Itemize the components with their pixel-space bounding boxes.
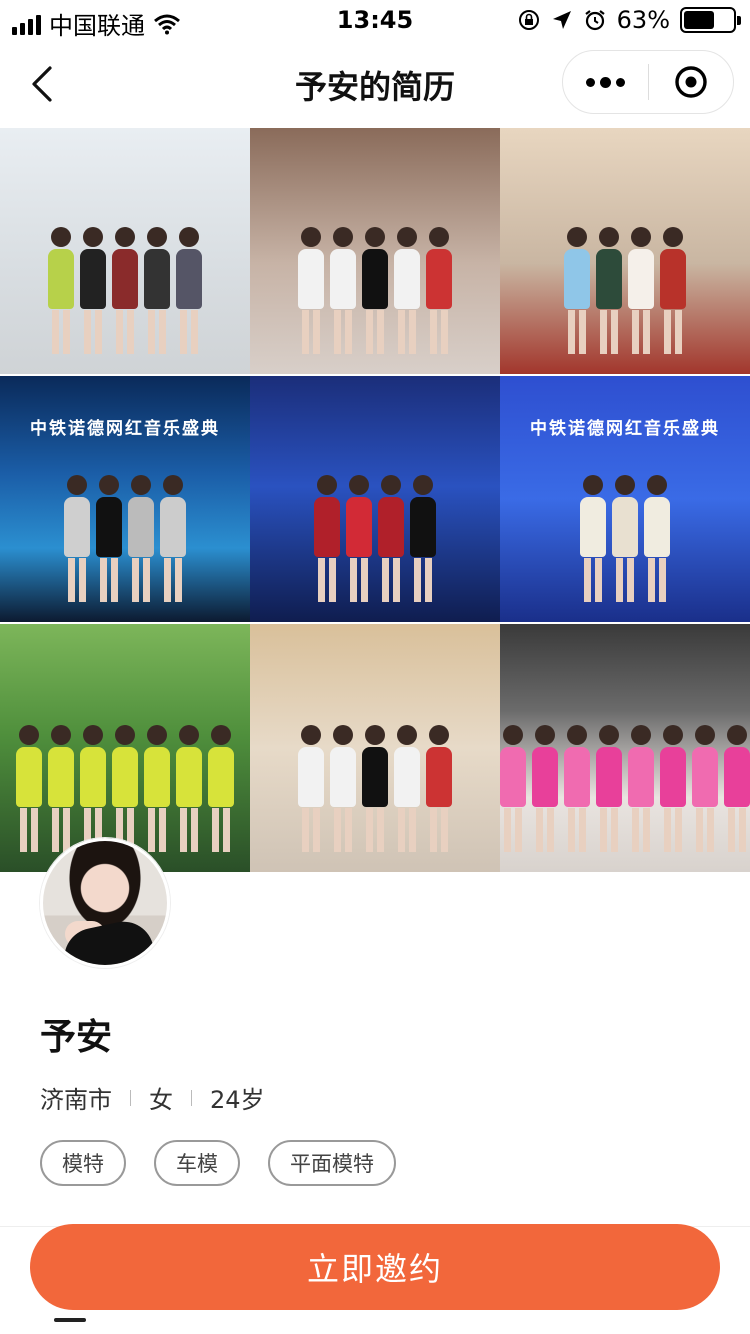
photo-caption: 中铁诺德网红音乐盛典 — [530, 419, 720, 439]
performer-figure — [644, 475, 670, 602]
gallery-photo[interactable]: 中铁诺德网红音乐盛典 — [0, 376, 250, 622]
performers — [500, 725, 750, 852]
performer-figure — [426, 725, 452, 852]
close-target-icon — [675, 66, 707, 98]
gallery-photo[interactable] — [250, 376, 500, 622]
avatar[interactable] — [40, 838, 170, 968]
location-icon — [552, 11, 571, 29]
performer-figure — [160, 475, 186, 602]
performer-figure — [628, 227, 654, 354]
gallery-photo[interactable] — [250, 624, 500, 872]
photo-gallery: 中铁诺德网红音乐盛典 中铁诺德网红音乐盛典 — [0, 128, 750, 872]
rotation-lock-icon — [518, 10, 539, 30]
performer-figure — [96, 475, 122, 602]
performer-figure — [724, 725, 750, 852]
performer-figure — [346, 475, 372, 602]
performer-figure — [564, 725, 590, 852]
status-bar: 中国联通 13:45 63% — [0, 0, 750, 40]
tag-model: 模特 — [40, 1140, 126, 1186]
tag-car-model: 车模 — [154, 1140, 240, 1186]
invite-button[interactable]: 立即邀约 — [30, 1224, 720, 1310]
performer-figure — [362, 227, 388, 354]
profile-age: 24岁 — [210, 1086, 265, 1114]
performer-figure — [48, 725, 74, 852]
performer-figure — [80, 227, 106, 354]
performer-figure — [660, 227, 686, 354]
performer-figure — [426, 227, 452, 354]
battery-icon — [680, 7, 741, 33]
performer-figure — [410, 475, 436, 602]
performers — [500, 475, 750, 602]
performer-figure — [564, 227, 590, 354]
more-button[interactable] — [563, 51, 648, 113]
performer-figure — [16, 725, 42, 852]
performer-figure — [596, 725, 622, 852]
performers — [0, 227, 250, 354]
performer-figure — [330, 227, 356, 354]
performer-figure — [532, 725, 558, 852]
profile-name: 予安 — [40, 1017, 113, 1058]
performer-figure — [112, 227, 138, 354]
performer-figure — [208, 725, 234, 852]
profile-meta: 济南市 女 24岁 — [40, 1080, 265, 1115]
photo-caption: 中铁诺德网红音乐盛典 — [30, 419, 220, 439]
gallery-photo[interactable] — [500, 128, 750, 374]
performer-figure — [176, 725, 202, 852]
performers — [500, 227, 750, 354]
tag-print-model: 平面模特 — [268, 1140, 396, 1186]
performer-figure — [112, 725, 138, 852]
home-indicator — [54, 1318, 86, 1322]
resume-page: 中国联通 13:45 63% 予安的简历 中铁诺德网红音乐盛典 中铁诺德网红音乐… — [0, 0, 750, 1334]
gallery-photo[interactable] — [500, 624, 750, 872]
profile-city: 济南市 — [40, 1086, 112, 1114]
performer-figure — [580, 475, 606, 602]
performer-figure — [64, 475, 90, 602]
gallery-photo[interactable]: 中铁诺德网红音乐盛典 — [500, 376, 750, 622]
alarm-icon — [584, 10, 605, 31]
performer-figure — [298, 227, 324, 354]
performer-figure — [144, 725, 170, 852]
mini-program-capsule — [562, 50, 734, 114]
performers — [250, 227, 500, 354]
performer-figure — [692, 725, 718, 852]
gallery-photo[interactable] — [0, 128, 250, 374]
close-button[interactable] — [649, 51, 733, 113]
performers — [0, 725, 250, 852]
profile-gender: 女 — [149, 1086, 173, 1114]
meta-separator — [191, 1089, 192, 1106]
performer-figure — [80, 725, 106, 852]
performer-figure — [628, 725, 654, 852]
performer-figure — [330, 725, 356, 852]
performer-figure — [48, 227, 74, 354]
more-icon — [586, 77, 595, 87]
performer-figure — [128, 475, 154, 602]
profile-tags: 模特 车模 平面模特 — [40, 1140, 396, 1186]
performer-figure — [378, 475, 404, 602]
performer-figure — [394, 227, 420, 354]
gallery-photo[interactable] — [250, 128, 500, 374]
performer-figure — [596, 227, 622, 354]
performer-figure — [314, 475, 340, 602]
performer-figure — [144, 227, 170, 354]
gallery-photo[interactable] — [0, 624, 250, 872]
battery-percent: 63% — [616, 6, 670, 34]
performer-figure — [394, 725, 420, 852]
performer-figure — [660, 725, 686, 852]
performer-figure — [298, 725, 324, 852]
performer-figure — [612, 475, 638, 602]
meta-separator — [130, 1089, 131, 1106]
nav-bar: 予安的简历 — [0, 40, 750, 128]
performers — [0, 475, 250, 602]
performers — [250, 475, 500, 602]
performers — [250, 725, 500, 852]
performer-figure — [176, 227, 202, 354]
performer-figure — [500, 725, 526, 852]
performer-figure — [362, 725, 388, 852]
